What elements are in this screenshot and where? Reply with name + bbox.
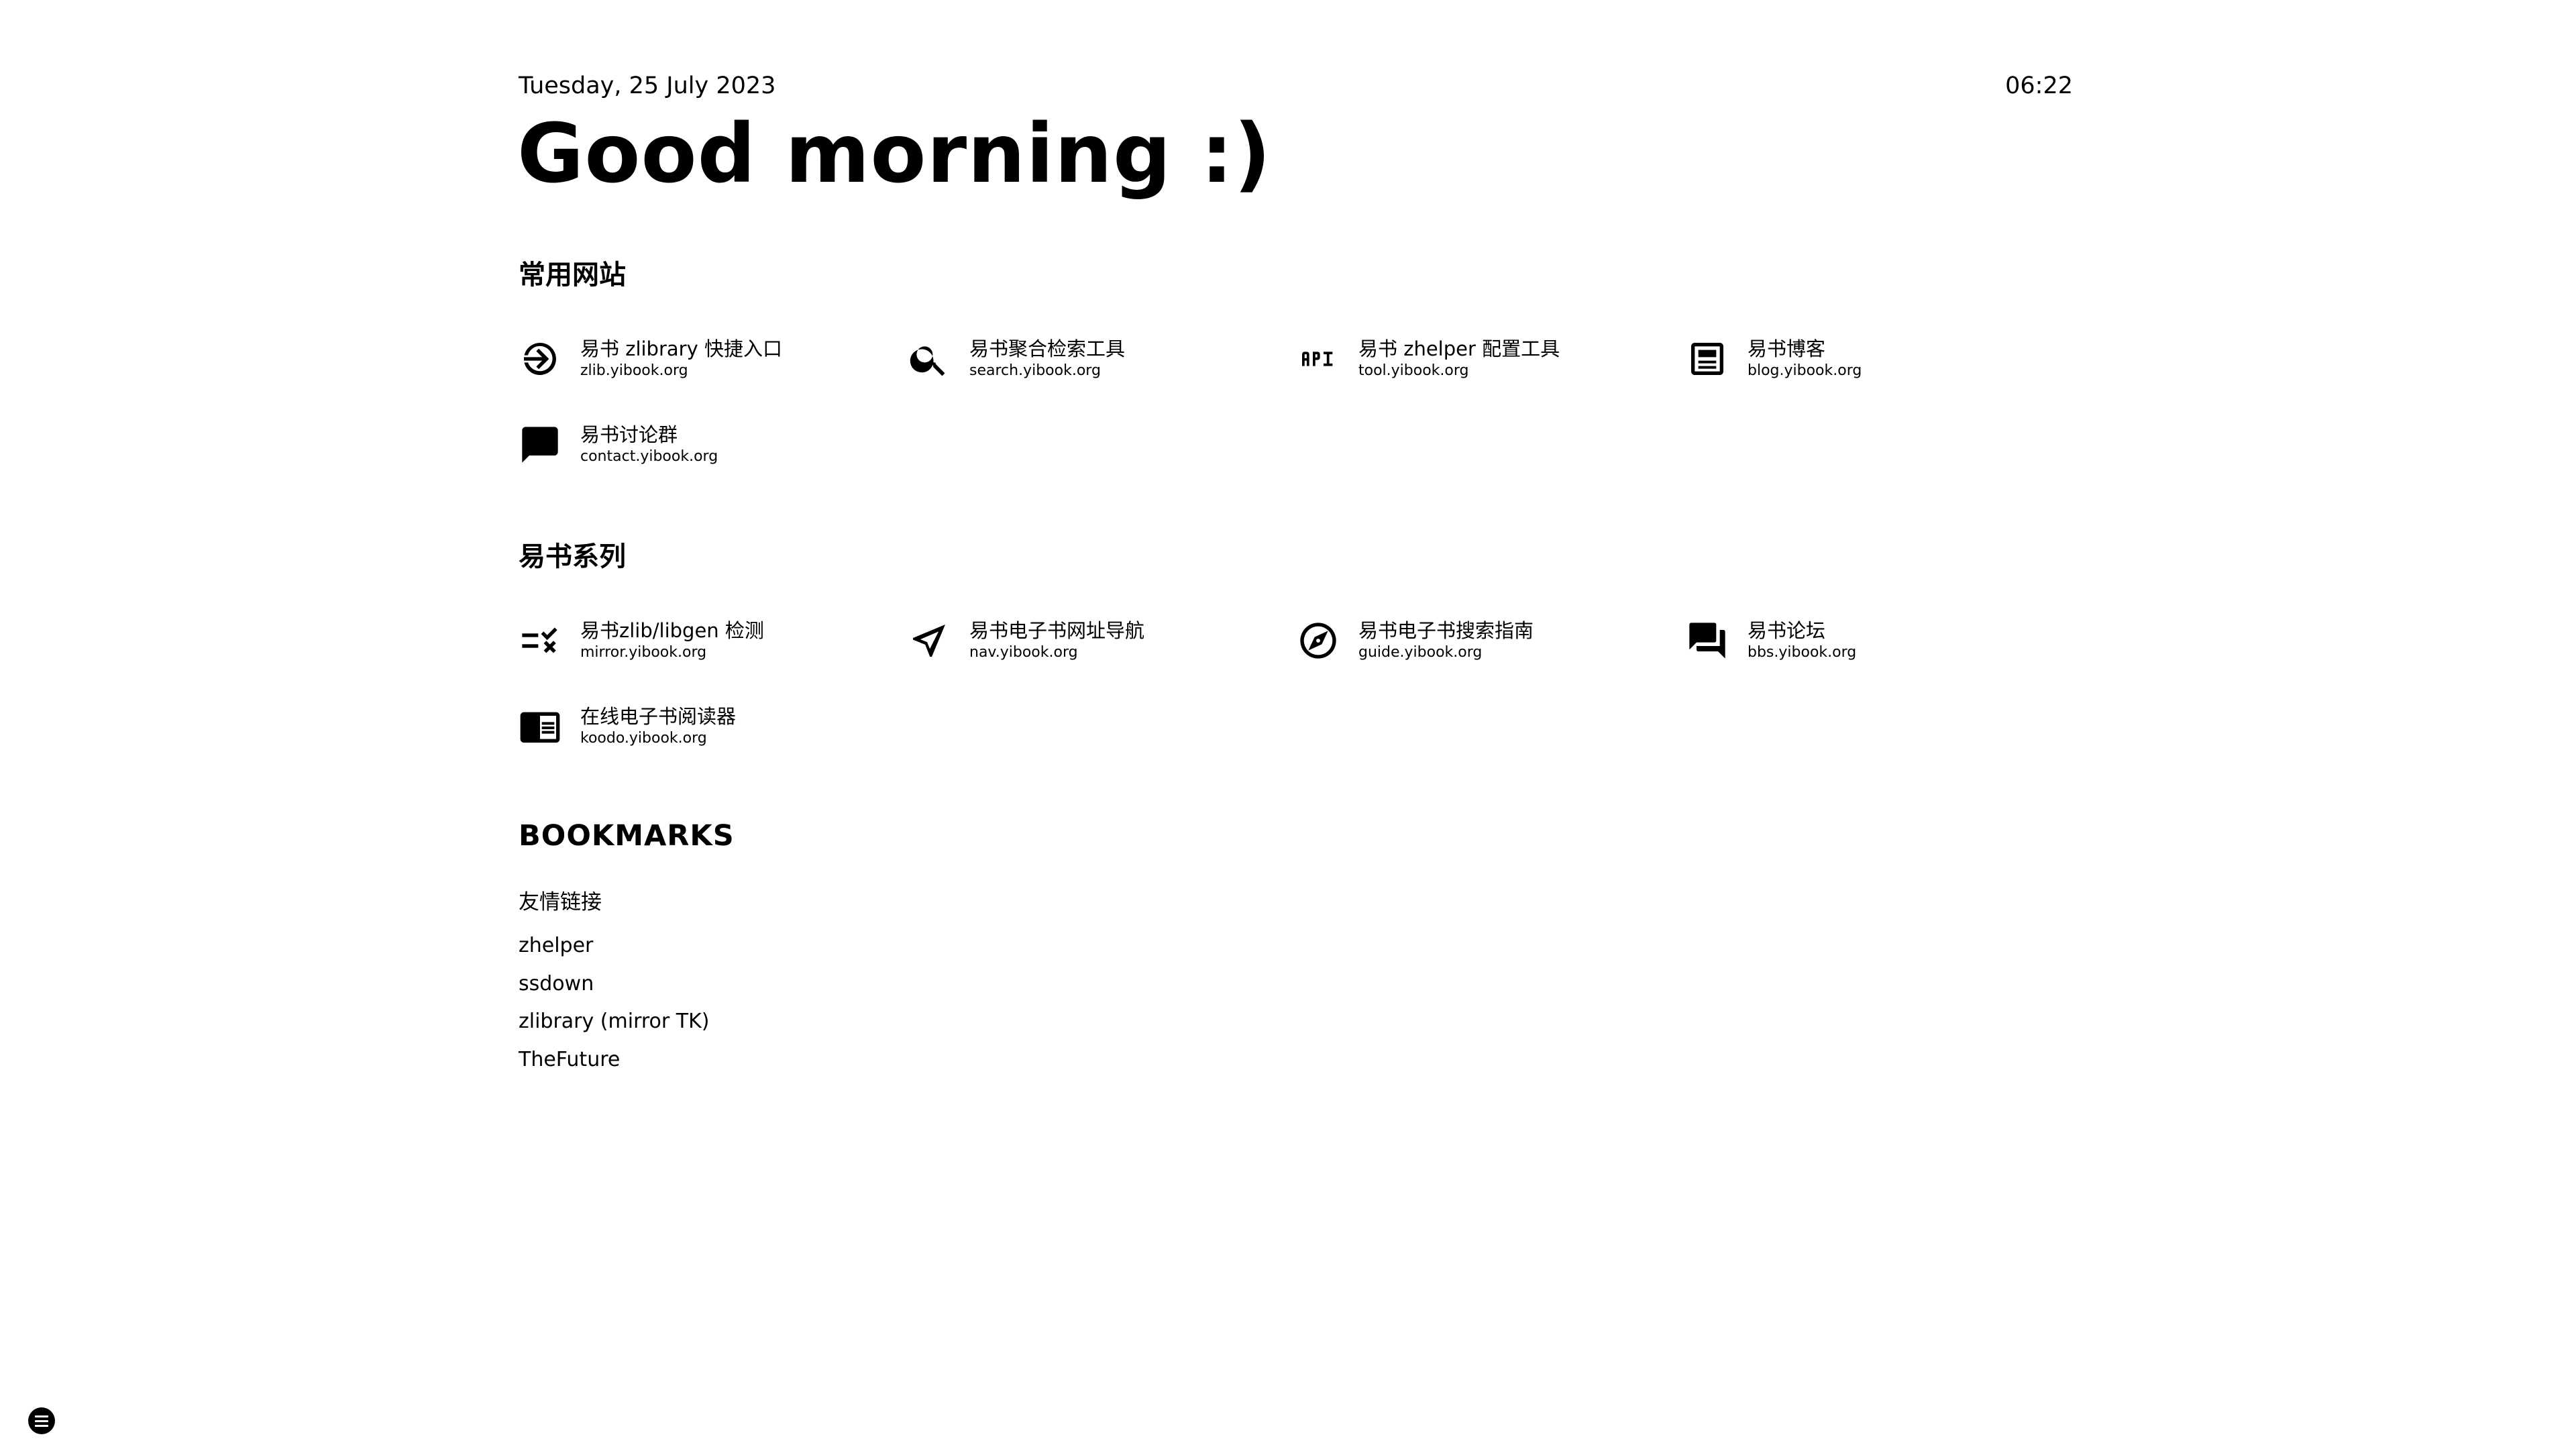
tile-url: koodo.yibook.org [580, 730, 707, 747]
compass-icon [1297, 619, 1340, 662]
tile-contact[interactable]: 易书讨论群 contact.yibook.org [519, 415, 894, 475]
bookmark-link-zlibrary-mirror[interactable]: zlibrary (mirror TK) [519, 1010, 709, 1033]
tile-nav[interactable]: 易书电子书网址导航 nav.yibook.org [908, 610, 1283, 671]
forum-icon [1686, 619, 1729, 662]
api-icon [1297, 337, 1340, 380]
tile-bbs[interactable]: 易书论坛 bbs.yibook.org [1686, 610, 2061, 671]
list-item: TheFuture [519, 1046, 709, 1085]
tile-url: mirror.yibook.org [580, 644, 707, 661]
menu-icon [35, 1415, 48, 1417]
tile-name: 易书电子书搜索指南 [1358, 619, 1534, 642]
tile-url: contact.yibook.org [580, 448, 718, 465]
list-item: zhelper [519, 932, 709, 971]
search-icon [908, 337, 951, 380]
tile-mirror[interactable]: 易书zlib/libgen 检测 mirror.yibook.org [519, 610, 894, 671]
bookmarks-heading: BOOKMARKS [519, 819, 735, 853]
list-item: ssdown [519, 971, 709, 1009]
bookmark-link-ssdown[interactable]: ssdown [519, 972, 594, 996]
section-title-yibook-series: 易书系列 [519, 541, 626, 572]
tile-name: 易书 zhelper 配置工具 [1358, 337, 1560, 360]
section-title-common-sites: 常用网站 [519, 260, 626, 290]
list-item: zlibrary (mirror TK) [519, 1008, 709, 1046]
tile-name: 易书聚合检索工具 [969, 337, 1126, 360]
login-icon [519, 337, 561, 380]
current-time: 06:22 [2005, 72, 2073, 99]
tile-name: 易书 zlibrary 快捷入口 [580, 337, 782, 360]
tile-url: search.yibook.org [969, 362, 1101, 379]
chat-bubble-icon [519, 423, 561, 466]
tile-zlib[interactable]: 易书 zlibrary 快捷入口 zlib.yibook.org [519, 329, 894, 389]
bookmark-link-thefuture[interactable]: TheFuture [519, 1048, 620, 1071]
greeting-title: Good morning :) [517, 107, 1272, 201]
tile-url: blog.yibook.org [1748, 362, 1862, 379]
menu-button[interactable] [28, 1407, 55, 1434]
chrome-reader-icon [519, 705, 561, 748]
start-page: Tuesday, 25 July 2023 06:22 Good morning… [0, 0, 2576, 1449]
section-yibook-series-row-1: 易书zlib/libgen 检测 mirror.yibook.org 易书电子书… [519, 610, 2075, 671]
bookmark-link-zhelper[interactable]: zhelper [519, 934, 593, 957]
bookmark-list: zhelper ssdown zlibrary (mirror TK) TheF… [519, 932, 709, 1084]
rule-check-icon [519, 619, 561, 662]
tile-url: guide.yibook.org [1358, 644, 1483, 661]
tile-tool[interactable]: 易书 zhelper 配置工具 tool.yibook.org [1297, 329, 1672, 389]
tile-search[interactable]: 易书聚合检索工具 search.yibook.org [908, 329, 1283, 389]
tile-name: 易书讨论群 [580, 423, 678, 446]
article-icon [1686, 337, 1729, 380]
section-yibook-series-row-2: 在线电子书阅读器 koodo.yibook.org [519, 696, 2075, 757]
tile-blog[interactable]: 易书博客 blog.yibook.org [1686, 329, 2061, 389]
tile-url: bbs.yibook.org [1748, 644, 1857, 661]
tile-url: zlib.yibook.org [580, 362, 688, 379]
tile-name: 在线电子书阅读器 [580, 705, 737, 728]
tile-guide[interactable]: 易书电子书搜索指南 guide.yibook.org [1297, 610, 1672, 671]
tile-koodo[interactable]: 在线电子书阅读器 koodo.yibook.org [519, 696, 894, 757]
current-date: Tuesday, 25 July 2023 [519, 72, 776, 99]
tile-name: 易书电子书网址导航 [969, 619, 1145, 642]
tile-name: 易书博客 [1748, 337, 1826, 360]
tile-url: tool.yibook.org [1358, 362, 1469, 379]
menu-icon-line [35, 1419, 48, 1422]
header-top: Tuesday, 25 July 2023 06:22 [519, 72, 2073, 99]
bookmark-group-label: 友情链接 [519, 890, 602, 914]
section-common-sites-row-1: 易书 zlibrary 快捷入口 zlib.yibook.org 易书聚合检索工… [519, 329, 2075, 389]
tile-name: 易书论坛 [1748, 619, 1826, 642]
section-common-sites-row-2: 易书讨论群 contact.yibook.org [519, 415, 2075, 475]
menu-icon-line [35, 1424, 48, 1427]
send-navigation-icon [908, 619, 951, 662]
tile-name: 易书zlib/libgen 检测 [580, 619, 764, 642]
tile-url: nav.yibook.org [969, 644, 1078, 661]
